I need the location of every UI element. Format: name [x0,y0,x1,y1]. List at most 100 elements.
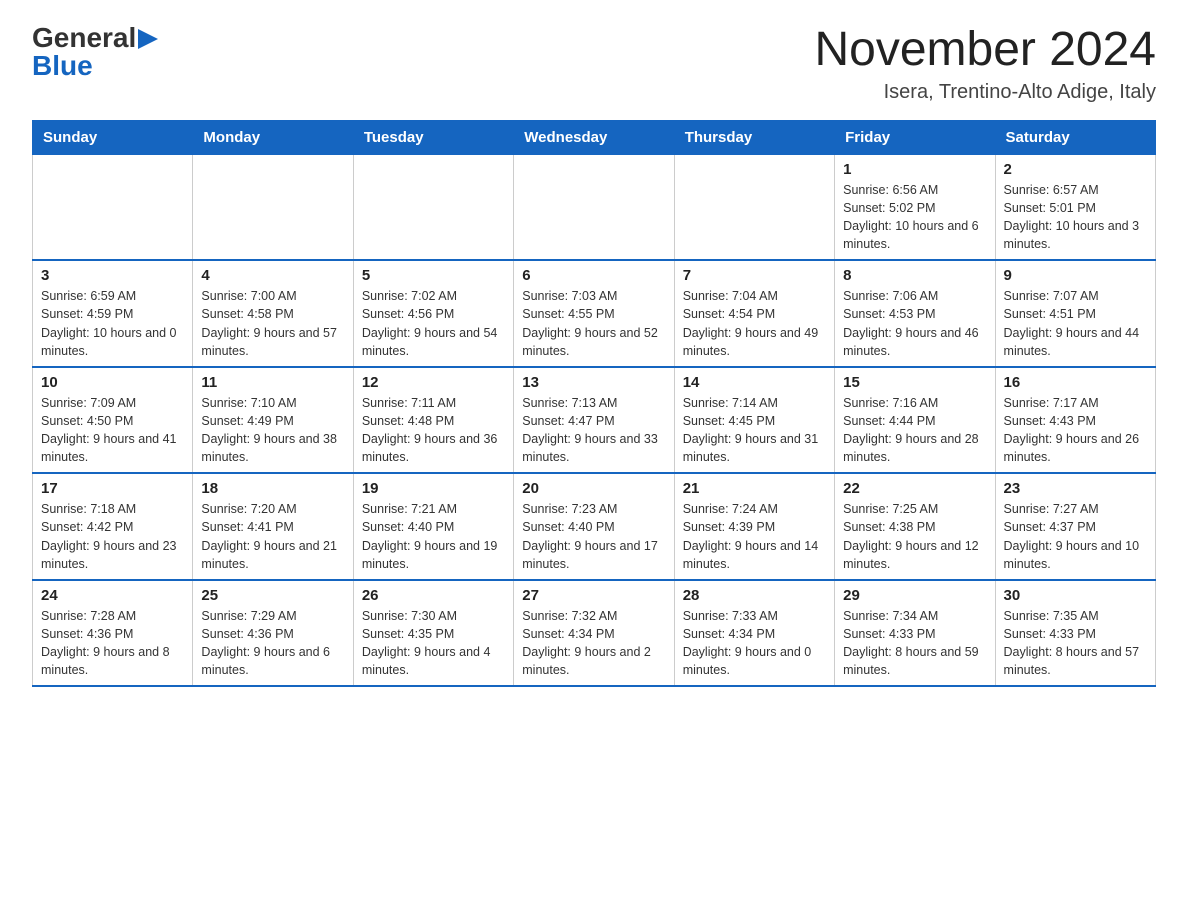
day-info: Sunrise: 7:29 AMSunset: 4:36 PMDaylight:… [201,607,344,680]
day-number: 20 [522,480,665,497]
calendar-cell: 16 Sunrise: 7:17 AMSunset: 4:43 PMDayligh… [995,367,1155,474]
day-number: 27 [522,587,665,604]
day-info: Sunrise: 7:28 AMSunset: 4:36 PMDaylight:… [41,607,184,680]
day-info: Sunrise: 7:14 AMSunset: 4:45 PMDaylight:… [683,394,826,467]
day-info: Sunrise: 7:04 AMSunset: 4:54 PMDaylight:… [683,287,826,360]
calendar-header-tuesday: Tuesday [353,120,513,154]
day-number: 14 [683,374,826,391]
logo-arrow-icon [138,29,158,49]
calendar-cell: 27 Sunrise: 7:32 AMSunset: 4:34 PMDayligh… [514,580,674,687]
day-info: Sunrise: 7:00 AMSunset: 4:58 PMDaylight:… [201,287,344,360]
page-header: General Blue November 2024 Isera, Trenti… [32,24,1156,104]
calendar-week-row: 17Sunrise: 7:18 AMSunset: 4:42 PMDayligh… [33,473,1156,580]
calendar-cell: 22 Sunrise: 7:25 AMSunset: 4:38 PMDayligh… [835,473,995,580]
day-number: 16 [1004,374,1147,391]
calendar-table: SundayMondayTuesdayWednesdayThursdayFrid… [32,120,1156,688]
day-number: 19 [362,480,505,497]
day-info: Sunrise: 7:24 AMSunset: 4:39 PMDaylight:… [683,500,826,573]
calendar-cell: 7 Sunrise: 7:04 AMSunset: 4:54 PMDaylight… [674,260,834,367]
calendar-cell: 25 Sunrise: 7:29 AMSunset: 4:36 PMDayligh… [193,580,353,687]
day-info: Sunrise: 7:25 AMSunset: 4:38 PMDaylight:… [843,500,986,573]
calendar-week-row: 10 Sunrise: 7:09 AMSunset: 4:50 PMDayligh… [33,367,1156,474]
day-number: 11 [201,374,344,391]
calendar-cell [674,154,834,260]
calendar-header-friday: Friday [835,120,995,154]
calendar-cell [193,154,353,260]
calendar-header-row: SundayMondayTuesdayWednesdayThursdayFrid… [33,120,1156,154]
calendar-cell: 28 Sunrise: 7:33 AMSunset: 4:34 PMDayligh… [674,580,834,687]
calendar-week-row: 3Sunrise: 6:59 AMSunset: 4:59 PMDaylight… [33,260,1156,367]
calendar-cell: 11Sunrise: 7:10 AMSunset: 4:49 PMDayligh… [193,367,353,474]
calendar-header-sunday: Sunday [33,120,193,154]
calendar-cell: 8Sunrise: 7:06 AMSunset: 4:53 PMDaylight… [835,260,995,367]
day-number: 17 [41,480,184,497]
day-info: Sunrise: 7:30 AMSunset: 4:35 PMDaylight:… [362,607,505,680]
day-info: Sunrise: 7:11 AMSunset: 4:48 PMDaylight:… [362,394,505,467]
calendar-cell [514,154,674,260]
day-info: Sunrise: 7:32 AMSunset: 4:34 PMDaylight:… [522,607,665,680]
day-info: Sunrise: 7:23 AMSunset: 4:40 PMDaylight:… [522,500,665,573]
calendar-cell: 29Sunrise: 7:34 AMSunset: 4:33 PMDayligh… [835,580,995,687]
day-info: Sunrise: 6:56 AMSunset: 5:02 PMDaylight:… [843,181,986,254]
day-number: 26 [362,587,505,604]
calendar-header-monday: Monday [193,120,353,154]
calendar-week-row: 24 Sunrise: 7:28 AMSunset: 4:36 PMDayligh… [33,580,1156,687]
day-info: Sunrise: 7:33 AMSunset: 4:34 PMDaylight:… [683,607,826,680]
calendar-cell: 13 Sunrise: 7:13 AMSunset: 4:47 PMDayligh… [514,367,674,474]
day-number: 24 [41,587,184,604]
day-info: Sunrise: 7:21 AMSunset: 4:40 PMDaylight:… [362,500,505,573]
day-number: 18 [201,480,344,497]
day-number: 25 [201,587,344,604]
day-number: 15 [843,374,986,391]
day-number: 10 [41,374,184,391]
calendar-cell: 26 Sunrise: 7:30 AMSunset: 4:35 PMDayligh… [353,580,513,687]
day-info: Sunrise: 7:20 AMSunset: 4:41 PMDaylight:… [201,500,344,573]
calendar-cell: 21 Sunrise: 7:24 AMSunset: 4:39 PMDayligh… [674,473,834,580]
day-info: Sunrise: 7:06 AMSunset: 4:53 PMDaylight:… [843,287,986,360]
day-number: 13 [522,374,665,391]
calendar-cell: 14 Sunrise: 7:14 AMSunset: 4:45 PMDayligh… [674,367,834,474]
day-info: Sunrise: 6:59 AMSunset: 4:59 PMDaylight:… [41,287,184,360]
calendar-week-row: 1Sunrise: 6:56 AMSunset: 5:02 PMDaylight… [33,154,1156,260]
day-number: 6 [522,267,665,284]
calendar-header-thursday: Thursday [674,120,834,154]
calendar-cell: 17Sunrise: 7:18 AMSunset: 4:42 PMDayligh… [33,473,193,580]
day-info: Sunrise: 7:17 AMSunset: 4:43 PMDaylight:… [1004,394,1147,467]
day-info: Sunrise: 7:02 AMSunset: 4:56 PMDaylight:… [362,287,505,360]
day-number: 30 [1004,587,1147,604]
calendar-cell: 2 Sunrise: 6:57 AMSunset: 5:01 PMDaylight… [995,154,1155,260]
calendar-cell: 30 Sunrise: 7:35 AMSunset: 4:33 PMDayligh… [995,580,1155,687]
calendar-cell: 12 Sunrise: 7:11 AMSunset: 4:48 PMDayligh… [353,367,513,474]
day-number: 2 [1004,161,1147,178]
calendar-cell: 20 Sunrise: 7:23 AMSunset: 4:40 PMDayligh… [514,473,674,580]
day-number: 9 [1004,267,1147,284]
logo-blue-text: Blue [32,52,93,80]
day-info: Sunrise: 7:27 AMSunset: 4:37 PMDaylight:… [1004,500,1147,573]
day-number: 22 [843,480,986,497]
day-number: 28 [683,587,826,604]
calendar-cell: 18 Sunrise: 7:20 AMSunset: 4:41 PMDayligh… [193,473,353,580]
calendar-cell: 23 Sunrise: 7:27 AMSunset: 4:37 PMDayligh… [995,473,1155,580]
calendar-cell: 6 Sunrise: 7:03 AMSunset: 4:55 PMDaylight… [514,260,674,367]
day-number: 12 [362,374,505,391]
calendar-cell: 24 Sunrise: 7:28 AMSunset: 4:36 PMDayligh… [33,580,193,687]
day-info: Sunrise: 7:03 AMSunset: 4:55 PMDaylight:… [522,287,665,360]
calendar-cell: 3Sunrise: 6:59 AMSunset: 4:59 PMDaylight… [33,260,193,367]
calendar-cell [353,154,513,260]
day-info: Sunrise: 7:35 AMSunset: 4:33 PMDaylight:… [1004,607,1147,680]
day-number: 4 [201,267,344,284]
calendar-cell: 4 Sunrise: 7:00 AMSunset: 4:58 PMDaylight… [193,260,353,367]
day-number: 7 [683,267,826,284]
day-number: 21 [683,480,826,497]
calendar-cell: 5Sunrise: 7:02 AMSunset: 4:56 PMDaylight… [353,260,513,367]
title-block: November 2024 Isera, Trentino-Alto Adige… [814,24,1156,104]
day-info: Sunrise: 7:13 AMSunset: 4:47 PMDaylight:… [522,394,665,467]
day-info: Sunrise: 6:57 AMSunset: 5:01 PMDaylight:… [1004,181,1147,254]
month-title: November 2024 [814,24,1156,77]
calendar-cell: 19 Sunrise: 7:21 AMSunset: 4:40 PMDayligh… [353,473,513,580]
location-subtitle: Isera, Trentino-Alto Adige, Italy [814,81,1156,104]
day-info: Sunrise: 7:09 AMSunset: 4:50 PMDaylight:… [41,394,184,467]
calendar-cell [33,154,193,260]
day-number: 23 [1004,480,1147,497]
day-info: Sunrise: 7:07 AMSunset: 4:51 PMDaylight:… [1004,287,1147,360]
